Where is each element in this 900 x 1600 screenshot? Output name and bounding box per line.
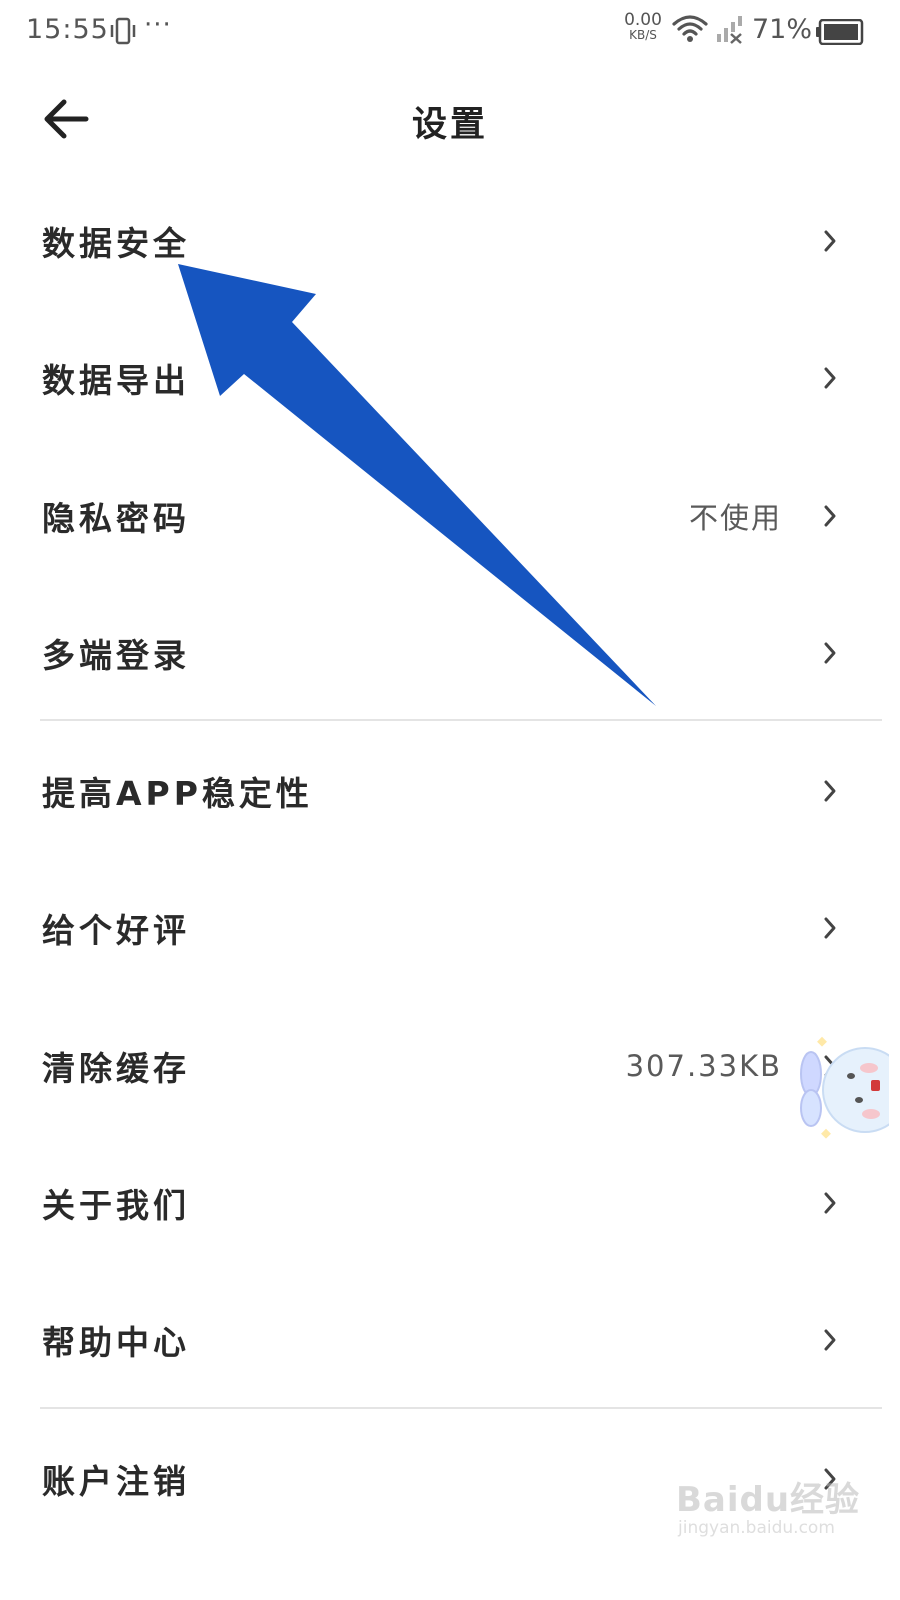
settings-item-label: 关于我们 xyxy=(42,1186,190,1225)
watermark-url: jingyan.baidu.com xyxy=(678,1518,835,1538)
chevron-right-icon xyxy=(824,230,836,252)
settings-item-label: 隐私密码 xyxy=(42,499,190,538)
settings-item-rate-app[interactable]: 给个好评 xyxy=(0,859,900,997)
wifi-icon xyxy=(672,14,708,48)
settings-item-label: 提高APP稳定性 xyxy=(42,774,313,813)
section-divider xyxy=(40,719,882,721)
chevron-right-icon xyxy=(824,780,836,802)
chevron-right-icon xyxy=(824,505,836,527)
chevron-right-icon xyxy=(824,642,836,664)
settings-item-multi-device-login[interactable]: 多端登录 xyxy=(0,584,900,722)
section-divider xyxy=(40,1407,882,1409)
settings-item-label: 给个好评 xyxy=(42,911,190,950)
settings-item-data-security[interactable]: 数据安全 xyxy=(0,172,900,310)
watermark-logo: Baidu经验 jingyan.baidu.com xyxy=(672,1470,872,1555)
chevron-right-icon xyxy=(824,367,836,389)
settings-item-value: 307.33KB xyxy=(625,1049,782,1083)
network-speed-value: 0.00 xyxy=(624,10,662,30)
chevron-right-icon xyxy=(824,917,836,939)
settings-item-label: 清除缓存 xyxy=(42,1049,190,1088)
settings-item-help-center[interactable]: 帮助中心 xyxy=(0,1271,900,1409)
more-notifications-icon: ··· xyxy=(144,10,172,40)
settings-item-improve-stability[interactable]: 提高APP稳定性 xyxy=(0,722,900,860)
settings-item-label: 数据导出 xyxy=(42,361,190,400)
cellular-signal-icon xyxy=(716,16,746,48)
watermark-brand: Baidu经验 xyxy=(676,1480,861,1520)
floating-mascot-button[interactable] xyxy=(793,1018,900,1148)
settings-item-label: 数据安全 xyxy=(42,224,190,263)
status-bar: 15:55 ··· 0.00 KB/S 71% xyxy=(0,0,900,64)
network-speed: 0.00 KB/S xyxy=(620,10,666,43)
status-time: 15:55 xyxy=(26,14,109,45)
app-header: 设置 xyxy=(0,64,900,174)
settings-item-value: 不使用 xyxy=(688,501,782,535)
battery-icon xyxy=(816,18,864,49)
settings-item-label: 账户注销 xyxy=(42,1462,190,1501)
settings-item-label: 多端登录 xyxy=(42,636,190,675)
vibrate-icon xyxy=(108,16,138,50)
chevron-right-icon xyxy=(824,1329,836,1351)
chevron-right-icon xyxy=(824,1192,836,1214)
settings-item-clear-cache[interactable]: 清除缓存 307.33KB xyxy=(0,997,900,1135)
battery-percent: 71% xyxy=(752,14,813,45)
page-title: 设置 xyxy=(411,105,488,145)
settings-item-label: 帮助中心 xyxy=(42,1323,190,1362)
settings-item-about-us[interactable]: 关于我们 xyxy=(0,1134,900,1272)
settings-item-data-export[interactable]: 数据导出 xyxy=(0,309,900,447)
mascot-icon xyxy=(800,1036,900,1139)
network-speed-unit: KB/S xyxy=(629,28,657,42)
settings-item-privacy-password[interactable]: 隐私密码 不使用 xyxy=(0,447,900,585)
